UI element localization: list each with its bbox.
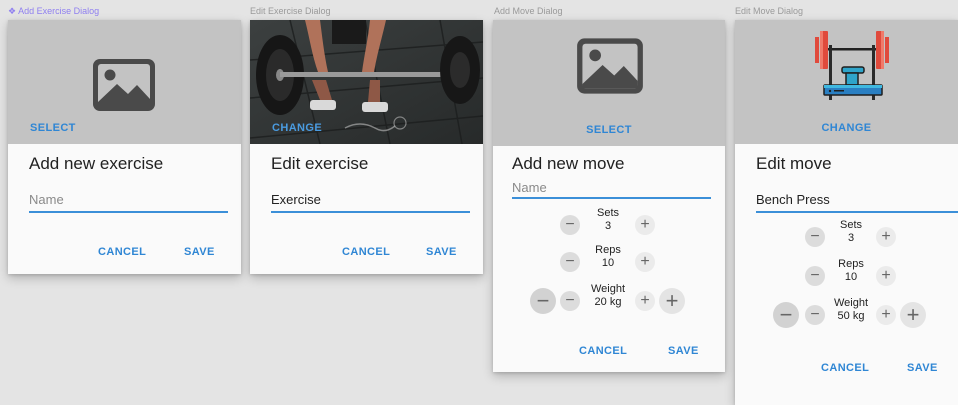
move-image-area[interactable]: SELECT (493, 20, 725, 146)
change-image-button[interactable]: CHANGE (735, 122, 958, 134)
name-input[interactable]: Name (512, 177, 711, 199)
weight-stepper: − − Weight 50 kg + + (735, 293, 958, 333)
dialog-title: Edit exercise (271, 154, 369, 173)
frame-label-add-move[interactable]: Add Move Dialog (494, 6, 563, 16)
save-button[interactable]: SAVE (907, 362, 938, 374)
reps-display: Reps 10 (583, 244, 633, 270)
weight-decrement-button[interactable]: − (805, 305, 825, 325)
weight-display: Weight 20 kg (583, 283, 633, 309)
reps-increment-button[interactable]: + (635, 252, 655, 272)
sets-value: 3 (847, 232, 855, 244)
sets-stepper: − Sets 3 + (735, 217, 958, 257)
name-input[interactable]: Name (29, 187, 228, 213)
cancel-button[interactable]: CANCEL (98, 246, 146, 258)
save-button[interactable]: SAVE (426, 246, 457, 258)
sets-increment-button[interactable]: + (635, 215, 655, 235)
exercise-image-area[interactable]: SELECT (8, 20, 241, 144)
weight-increment-button[interactable]: + (635, 291, 655, 311)
weight-decrement-button[interactable]: − (560, 291, 580, 311)
select-image-button[interactable]: SELECT (30, 122, 76, 134)
sets-label: Sets (596, 207, 619, 219)
cancel-button[interactable]: CANCEL (821, 362, 869, 374)
edit-exercise-dialog: CHANGE Edit exercise Exercise CANCEL SAV… (250, 20, 483, 274)
weight-decrement-large-button[interactable]: − (773, 302, 799, 328)
reps-label: Reps (838, 258, 864, 270)
sets-display: Sets 3 (827, 219, 875, 245)
weight-label: Weight (590, 283, 626, 295)
change-image-button[interactable]: CHANGE (272, 122, 322, 134)
sets-value: 3 (604, 220, 612, 232)
name-input[interactable]: Bench Press (756, 187, 958, 213)
weight-increment-button[interactable]: + (876, 305, 896, 325)
dialog-title: Edit move (756, 154, 832, 173)
weight-value: 20 kg (594, 296, 622, 308)
weight-decrement-large-button[interactable]: − (530, 288, 556, 314)
exercise-image-area[interactable]: CHANGE (250, 20, 483, 144)
frame-label-edit-exercise[interactable]: Edit Exercise Dialog (250, 6, 331, 16)
component-diamond-icon: ❖ (8, 6, 17, 16)
image-placeholder-icon (93, 59, 155, 111)
edit-move-dialog: CHANGE Edit move Bench Press − Sets 3 + … (735, 20, 958, 405)
reps-label: Reps (595, 244, 621, 256)
frame-label-add-exercise[interactable]: ❖ Add Exercise Dialog (8, 6, 99, 17)
save-button[interactable]: SAVE (184, 246, 215, 258)
move-image-area[interactable]: CHANGE (735, 20, 958, 144)
sets-increment-button[interactable]: + (876, 227, 896, 247)
sets-label: Sets (839, 219, 862, 231)
weight-value: 50 kg (837, 310, 865, 322)
weight-stepper: − − Weight 20 kg + + (493, 279, 725, 319)
sets-display: Sets 3 (583, 207, 633, 233)
reps-stepper: − Reps 10 + (735, 256, 958, 296)
weight-increment-large-button[interactable]: + (659, 288, 685, 314)
dialog-title: Add new exercise (29, 154, 164, 173)
bench-press-icon (815, 31, 889, 100)
dialog-title: Add new move (512, 154, 625, 173)
select-image-button[interactable]: SELECT (493, 124, 725, 136)
frame-label-edit-move[interactable]: Edit Move Dialog (735, 6, 803, 16)
reps-value: 10 (844, 271, 858, 283)
sets-stepper: − Sets 3 + (493, 205, 725, 245)
reps-increment-button[interactable]: + (876, 266, 896, 286)
weight-increment-large-button[interactable]: + (900, 302, 926, 328)
save-button[interactable]: SAVE (668, 345, 699, 357)
image-placeholder-icon (577, 38, 643, 94)
reps-decrement-button[interactable]: − (805, 266, 825, 286)
sets-decrement-button[interactable]: − (560, 215, 580, 235)
add-move-dialog: SELECT Add new move Name − Sets 3 + − Re… (493, 20, 725, 372)
name-input[interactable]: Exercise (271, 187, 470, 213)
weight-display: Weight 50 kg (827, 297, 875, 323)
reps-decrement-button[interactable]: − (560, 252, 580, 272)
cancel-button[interactable]: CANCEL (579, 345, 627, 357)
sets-decrement-button[interactable]: − (805, 227, 825, 247)
reps-value: 10 (601, 257, 615, 269)
weight-label: Weight (833, 297, 869, 309)
cancel-button[interactable]: CANCEL (342, 246, 390, 258)
reps-display: Reps 10 (827, 258, 875, 284)
reps-stepper: − Reps 10 + (493, 242, 725, 282)
add-exercise-dialog: SELECT Add new exercise Name CANCEL SAVE (8, 20, 241, 274)
